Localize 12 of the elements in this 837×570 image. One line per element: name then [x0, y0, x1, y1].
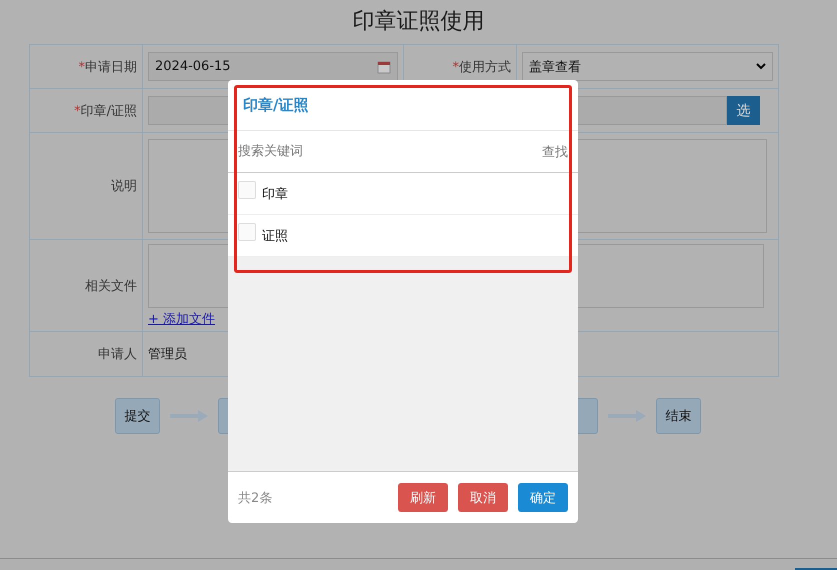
- dialog-title: 印章/证照: [243, 96, 308, 114]
- applicant-value: 管理员: [148, 346, 187, 363]
- field-label: *使用方式: [452, 58, 511, 76]
- field-label: 申请人: [98, 346, 137, 363]
- field-label: *申请日期: [78, 58, 137, 76]
- flow-step: 提交: [115, 398, 160, 434]
- record-count: 共2条: [238, 490, 272, 506]
- field-label: 说明: [111, 178, 137, 195]
- page-title: 印章证照使用: [352, 8, 486, 36]
- field-label: *印章/证照: [74, 102, 137, 120]
- flow-step: 结束: [656, 398, 701, 434]
- field-label: 相关文件: [85, 278, 137, 294]
